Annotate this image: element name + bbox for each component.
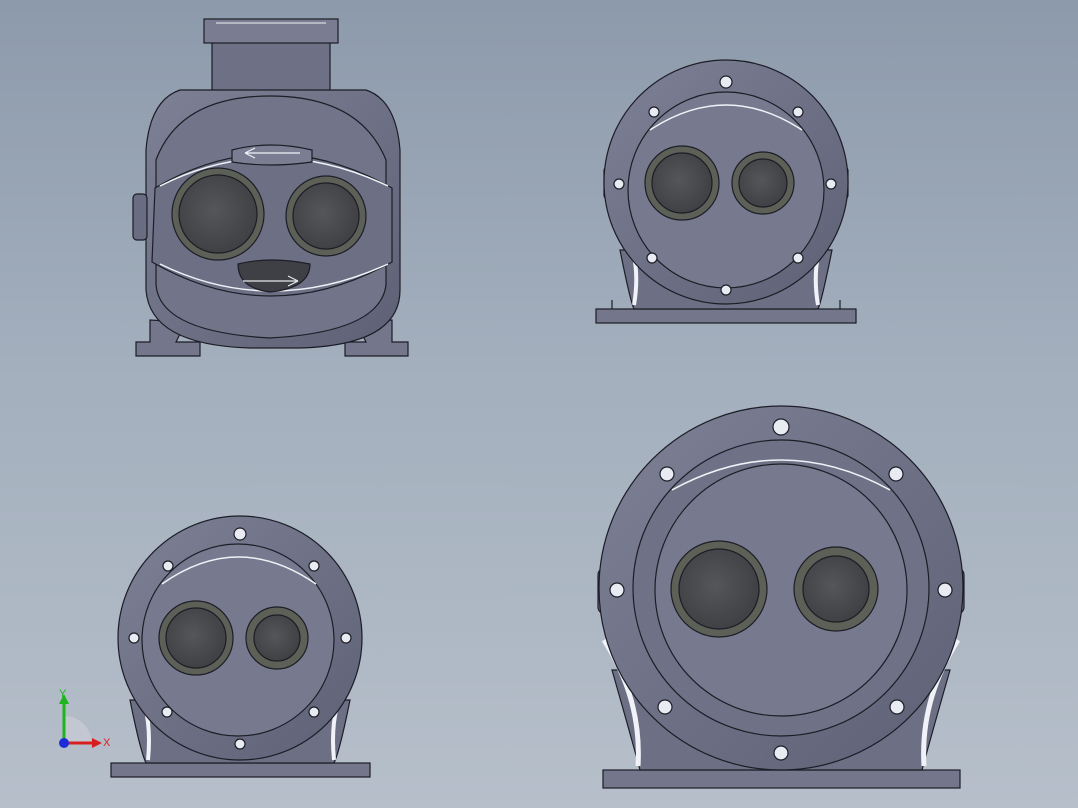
outlet-neck — [211, 39, 331, 99]
base-plate — [110, 762, 371, 778]
pump-front-view-1[interactable] — [132, 18, 409, 357]
y-axis-label: Y — [59, 688, 67, 700]
discharge-port — [253, 614, 301, 662]
discharge-port — [738, 158, 788, 208]
base-plate — [595, 308, 857, 324]
reference-triad: Y X — [59, 688, 111, 749]
discharge-port — [292, 182, 360, 250]
suction-port — [678, 548, 760, 630]
x-axis-label: X — [103, 737, 111, 749]
pump-front-view-3[interactable] — [110, 515, 371, 778]
pump-front-view-4[interactable] — [597, 405, 965, 789]
cad-graphics-area[interactable]: Y X — [0, 0, 1078, 808]
pump-front-view-2[interactable] — [595, 59, 857, 324]
suction-port — [165, 607, 227, 669]
suction-port — [651, 152, 713, 214]
model-views-canvas[interactable]: Y X — [0, 0, 1078, 808]
suction-port — [178, 174, 258, 254]
discharge-port — [802, 555, 870, 623]
z-axis-dot — [59, 738, 69, 748]
base-plate — [602, 769, 961, 789]
side-bolt — [132, 193, 148, 241]
